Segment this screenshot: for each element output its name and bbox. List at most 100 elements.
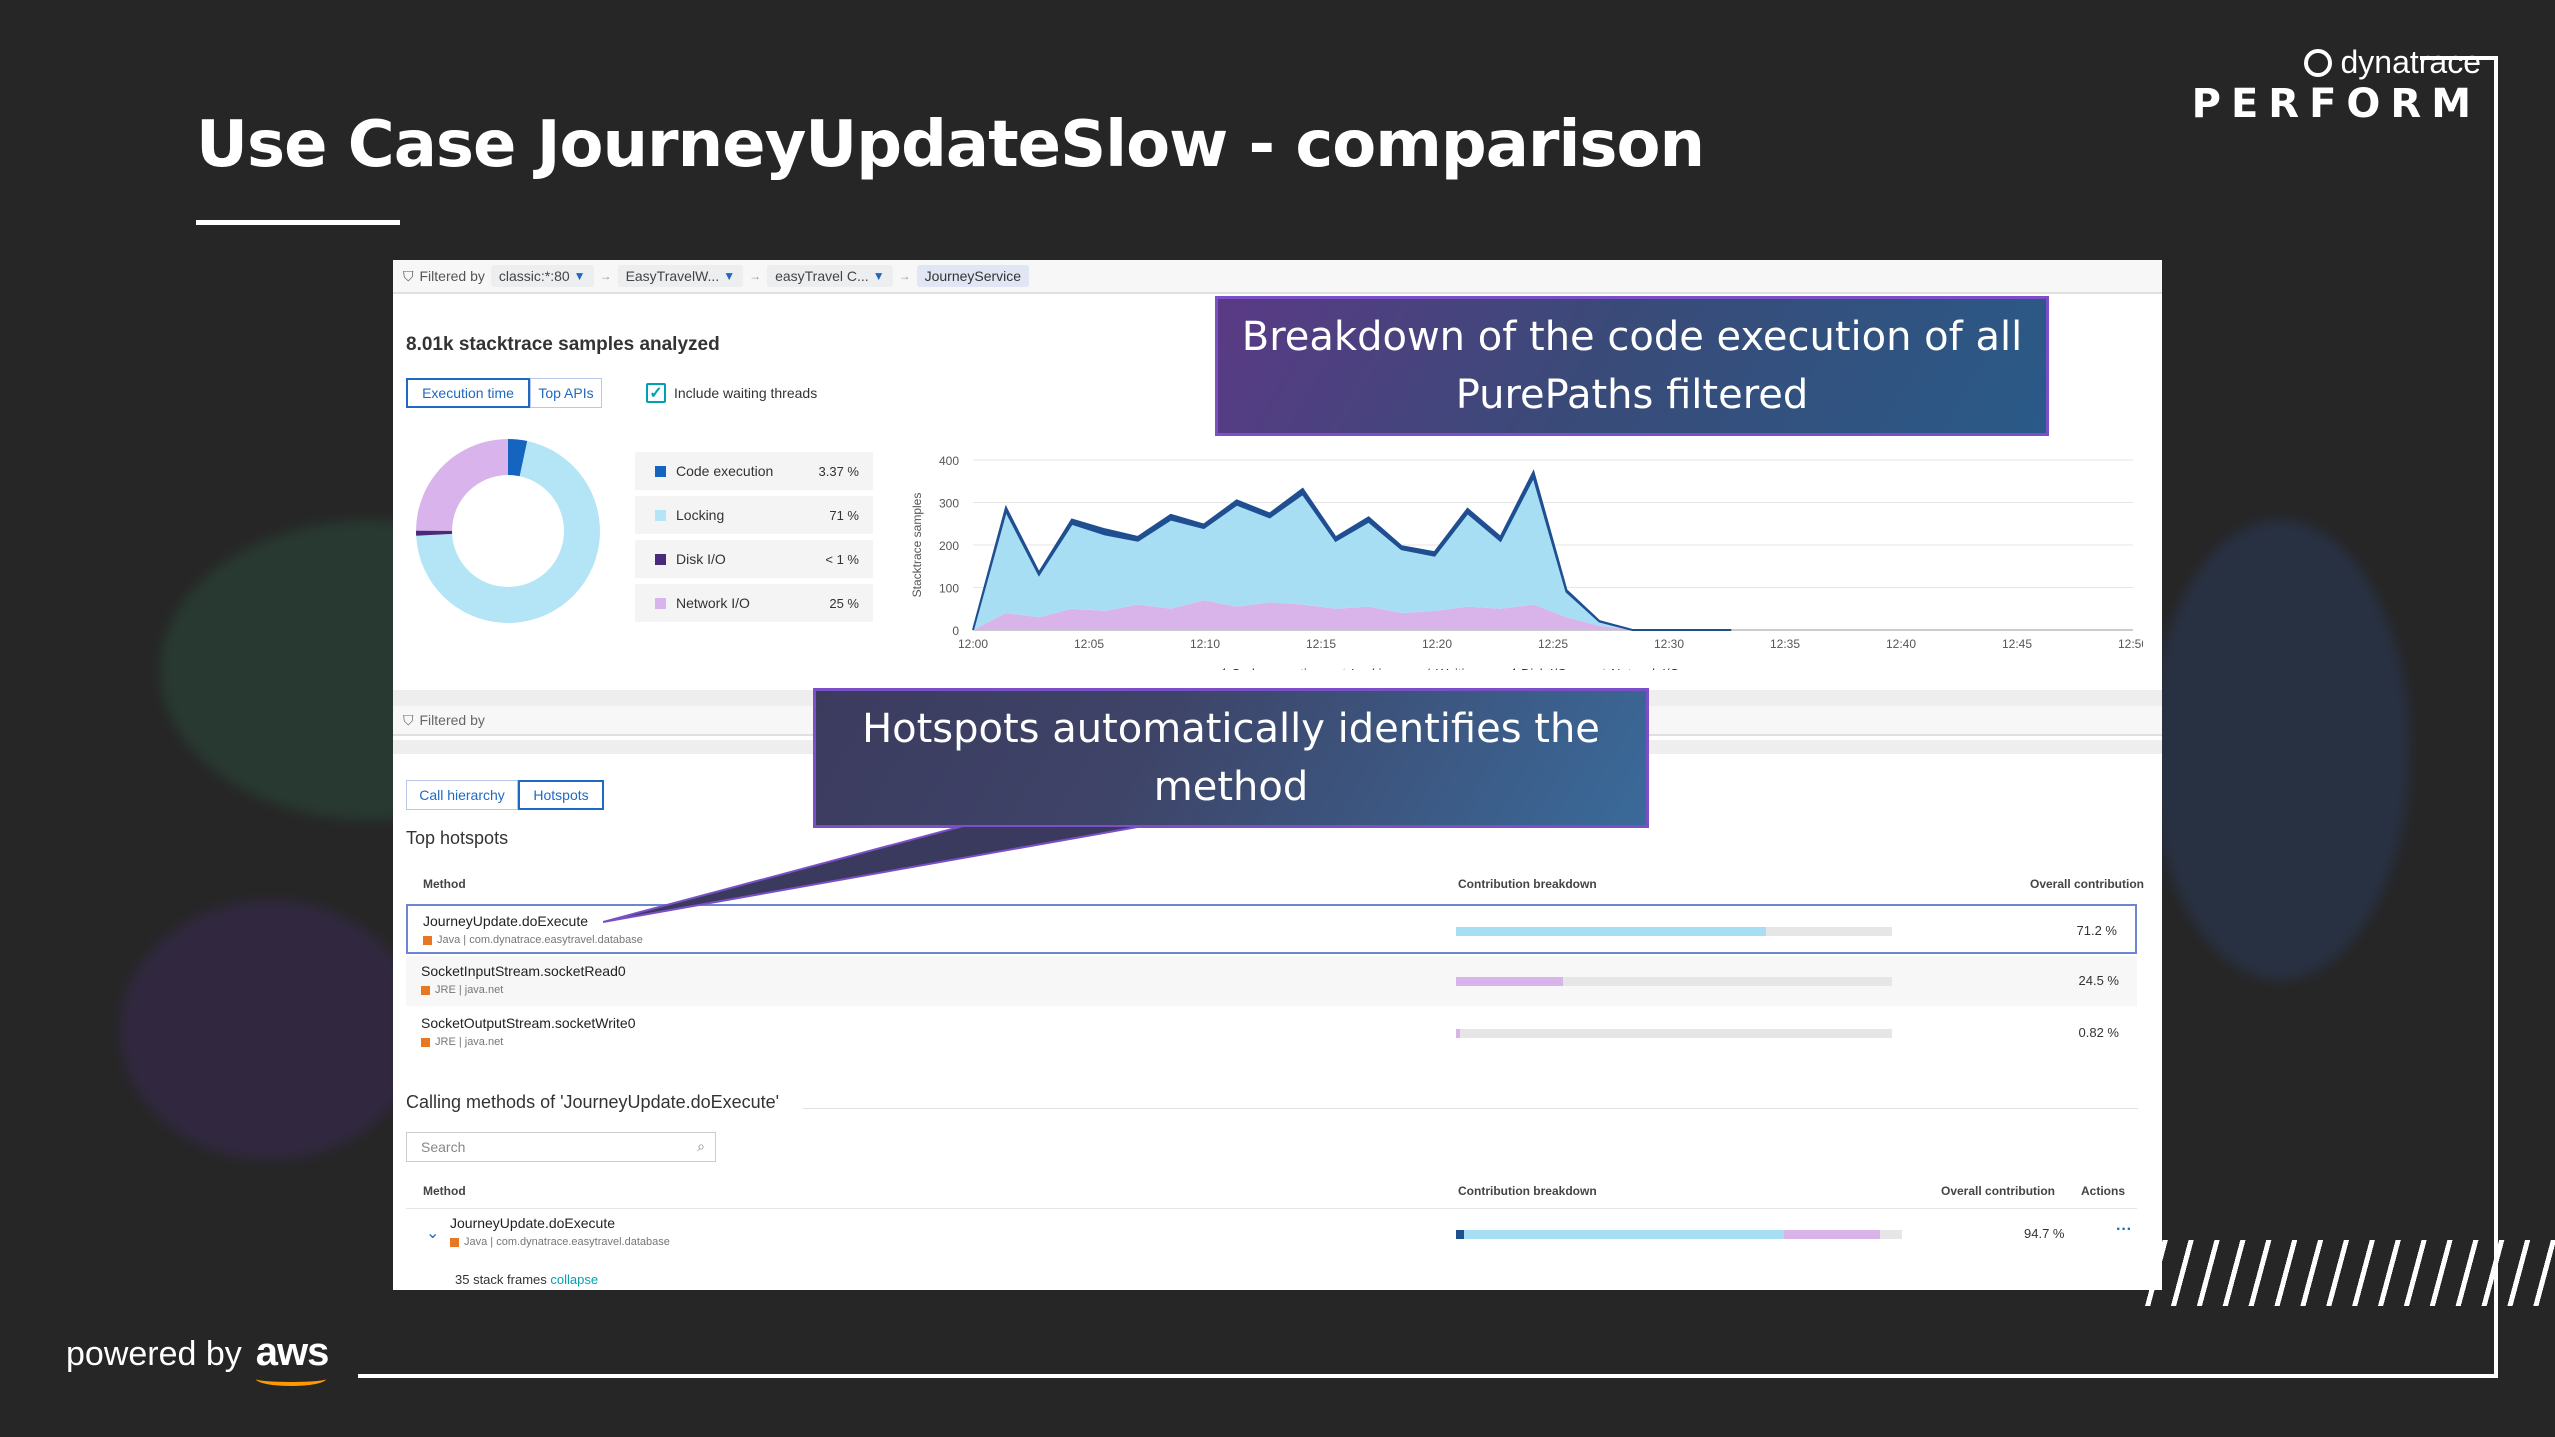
- legend-pct: 3.37 %: [818, 463, 859, 479]
- search-icon: ⌕: [697, 1138, 705, 1154]
- filter-chip[interactable]: easyTravel C... ▼: [767, 265, 893, 287]
- collapse-link[interactable]: collapse: [550, 1272, 598, 1287]
- powered-by-text: powered by: [66, 1335, 242, 1373]
- brand-logo-block: dynatrace PERFORM: [2192, 44, 2481, 127]
- title-underline: [196, 220, 400, 225]
- filter-label: Filtered by: [419, 712, 485, 728]
- col-overall: Overall contribution: [1941, 1184, 2056, 1198]
- bar-network: [1784, 1230, 1880, 1239]
- area-chart: 400 300 200 100 0 Stacktrace samples 12:00 12:0…: [910, 454, 2143, 670]
- more-actions-icon[interactable]: ···: [2116, 1221, 2132, 1239]
- include-waiting-checkbox[interactable]: ✓: [646, 383, 666, 403]
- contribution-bar: [1456, 977, 1892, 986]
- funnel-icon[interactable]: ▼: [873, 269, 885, 283]
- stack-frames-count: 35 stack frames: [455, 1272, 547, 1287]
- legend-label: Code execution: [676, 463, 774, 479]
- tab-execution-time[interactable]: Execution time: [406, 378, 530, 408]
- filter-chip-label: JourneyService: [924, 268, 1022, 284]
- chevron-down-icon[interactable]: ⌄: [426, 1223, 439, 1243]
- legend-pct: 71 %: [829, 507, 859, 523]
- y-tick-label: 200: [939, 539, 959, 553]
- java-icon: [450, 1237, 459, 1247]
- search-placeholder: Search: [421, 1139, 466, 1155]
- x-tick-label: 12:30: [1654, 637, 1684, 651]
- method-source-label: Java | com.dynatrace.easytravel.database: [437, 934, 643, 946]
- filter-chip-label: classic:*:80: [498, 268, 570, 284]
- tab-top-apis[interactable]: Top APIs: [530, 378, 602, 408]
- overall-pct: 71.2 %: [2076, 923, 2117, 938]
- legend-swatch: [655, 465, 666, 477]
- method-name: JourneyUpdate.doExecute: [423, 913, 588, 929]
- x-tick-label: 12:50: [2118, 637, 2143, 651]
- method-name: SocketInputStream.socketRead0: [421, 963, 626, 979]
- method-name: SocketOutputStream.socketWrite0: [421, 1015, 636, 1031]
- col-breakdown: Contribution breakdown: [1458, 1184, 1597, 1198]
- callout-pointer: [603, 826, 1144, 923]
- overall-pct: 94.7 %: [2024, 1226, 2065, 1241]
- filter-chip-label: EasyTravelW...: [625, 268, 720, 284]
- background-swoosh: [120, 900, 420, 1160]
- legend-row: Disk I/O < 1 %: [635, 540, 873, 578]
- callout-breakdown: Breakdown of the code execution of all P…: [1215, 296, 2049, 436]
- slide-title: Use Case JourneyUpdateSlow - comparison: [196, 108, 1705, 182]
- search-input[interactable]: Search ⌕: [406, 1132, 716, 1162]
- y-axis-label: Stacktrace samples: [910, 493, 924, 598]
- x-tick-label: 12:35: [1770, 637, 1800, 651]
- legend-swatch: [655, 553, 666, 565]
- legend-marker: [1602, 668, 1605, 670]
- funnel-icon[interactable]: ▼: [723, 269, 735, 283]
- java-icon: [421, 1037, 430, 1047]
- chevron-right-icon: →: [599, 269, 612, 283]
- brand-event: PERFORM: [2191, 81, 2481, 127]
- area-locking: [973, 477, 1732, 630]
- contribution-bar: [1456, 1029, 1892, 1038]
- filter-bar: ⛉ Filtered by classic:*:80 ▼ → EasyTravel…: [393, 260, 2162, 294]
- contribution-bar: [1456, 1230, 1902, 1239]
- donut-chart: [416, 439, 600, 623]
- brand-name: dynatrace: [2340, 44, 2481, 80]
- tab-call-hierarchy[interactable]: Call hierarchy: [406, 780, 518, 810]
- dynatrace-logo-icon: [2304, 48, 2333, 77]
- donut-hole: [452, 475, 564, 587]
- java-icon: [421, 985, 430, 995]
- contribution-bar-fill: [1456, 977, 1563, 986]
- filter-icon: ⛉: [403, 267, 414, 284]
- method-name: JourneyUpdate.doExecute: [450, 1215, 615, 1231]
- method-source: Java | com.dynatrace.easytravel.database: [450, 1236, 670, 1248]
- filter-chip-label: easyTravel C...: [775, 268, 869, 284]
- samples-title: 8.01k stacktrace samples analyzed: [406, 334, 720, 355]
- bar-locking: [1464, 1230, 1784, 1239]
- calling-row[interactable]: ⌄ JourneyUpdate.doExecute Java | com.dyn…: [406, 1208, 2137, 1258]
- legend-pct: 25 %: [829, 595, 859, 611]
- overall-pct: 0.82 %: [2078, 1025, 2119, 1040]
- legend-swatch: [655, 597, 666, 609]
- filter-label: Filtered by: [419, 268, 485, 284]
- legend-label: Disk I/O: [1521, 666, 1567, 670]
- method-source: JRE | java.net: [421, 1036, 503, 1048]
- method-source-label: JRE | java.net: [435, 984, 504, 996]
- calling-methods-title: Calling methods of 'JourneyUpdate.doExec…: [406, 1092, 780, 1112]
- aws-logo: aws: [255, 1330, 329, 1386]
- powered-by: powered by aws: [66, 1330, 329, 1386]
- filter-chip-active[interactable]: JourneyService: [916, 265, 1030, 287]
- y-tick-label: 0: [952, 624, 959, 638]
- legend-label: Locking: [676, 507, 725, 523]
- funnel-icon[interactable]: ▼: [574, 269, 586, 283]
- contribution-bar-fill: [1456, 927, 1767, 936]
- legend-label: Code execution: [1231, 666, 1321, 670]
- java-icon: [423, 935, 432, 945]
- tab-hotspots[interactable]: Hotspots: [518, 780, 604, 810]
- legend-label: Waiting: [1436, 666, 1479, 670]
- overall-pct: 24.5 %: [2078, 973, 2119, 988]
- x-tick-label: 12:15: [1306, 637, 1336, 651]
- hotspot-row[interactable]: SocketInputStream.socketRead0 JRE | java…: [406, 956, 2137, 1006]
- y-tick-label: 300: [939, 497, 959, 511]
- frame-line-right: [2494, 56, 2498, 1378]
- x-tick-label: 12:00: [958, 637, 988, 651]
- col-actions: Actions: [2081, 1184, 2126, 1198]
- checkbox-label: Include waiting threads: [674, 385, 818, 401]
- filter-chip[interactable]: EasyTravelW... ▼: [617, 265, 744, 287]
- filter-chip[interactable]: classic:*:80 ▼: [490, 265, 594, 287]
- stack-frames: 35 stack frames collapse: [455, 1272, 598, 1287]
- hotspot-row[interactable]: SocketOutputStream.socketWrite0 JRE | ja…: [406, 1008, 2137, 1058]
